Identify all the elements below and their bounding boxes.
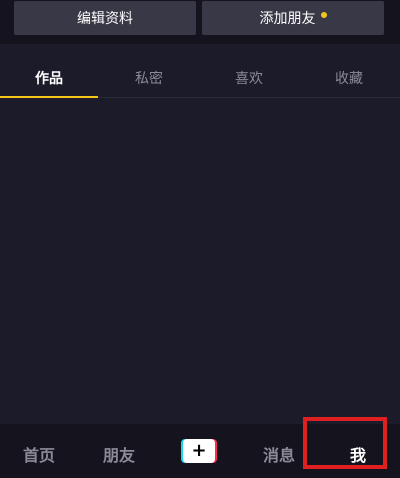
edit-profile-label: 编辑资料 <box>77 11 133 27</box>
empty-content-area <box>0 100 400 424</box>
edit-profile-button[interactable]: 编辑资料 <box>14 1 196 35</box>
annotation-highlight-box <box>303 417 387 469</box>
plus-icon: + <box>191 440 207 461</box>
add-friends-label: 添加朋友 <box>259 11 316 27</box>
content-tabs: 作品 私密 喜欢 收藏 <box>0 44 400 100</box>
tab-works[interactable]: 作品 <box>35 68 63 88</box>
tab-likes[interactable]: 喜欢 <box>235 68 263 88</box>
profile-page: 编辑资料 添加朋友 作品 私密 喜欢 收藏 首页 朋友 + 消息 我 <box>0 0 400 478</box>
tab-divider <box>98 97 400 98</box>
nav-home[interactable]: 首页 <box>23 442 55 466</box>
active-tab-indicator <box>0 96 98 98</box>
profile-actions-bar: 编辑资料 添加朋友 <box>0 0 400 44</box>
add-friends-button[interactable]: 添加朋友 <box>202 1 384 35</box>
tab-favorites[interactable]: 收藏 <box>335 68 363 88</box>
nav-messages[interactable]: 消息 <box>263 442 295 466</box>
tab-private[interactable]: 私密 <box>135 68 163 88</box>
plus-button-face: + <box>183 439 215 463</box>
create-post-button[interactable]: + <box>181 439 217 463</box>
notification-dot-icon <box>320 12 327 18</box>
nav-friends[interactable]: 朋友 <box>103 442 135 466</box>
